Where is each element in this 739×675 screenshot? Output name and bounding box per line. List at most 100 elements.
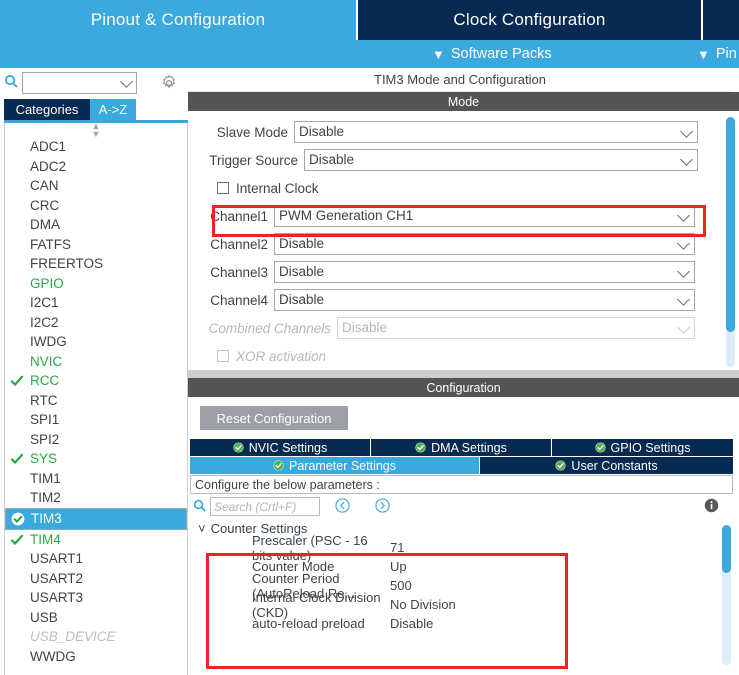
sidebar-item-spi1[interactable]: SPI1 <box>5 410 187 430</box>
mode-panel: Slave Mode Disable Trigger Source Disabl… <box>188 111 739 378</box>
slave-mode-select[interactable]: Disable <box>294 121 698 143</box>
sidebar-item-usb[interactable]: USB <box>5 608 187 628</box>
parameter-search-placeholder: Search (Crtl+F) <box>214 500 297 514</box>
channel2-select[interactable]: Disable <box>274 233 695 255</box>
sidebar-item-usb-device[interactable]: USB_DEVICE <box>5 627 187 647</box>
sidebar-item-label: FREERTOS <box>30 256 104 272</box>
chevron-down-icon: ▼ <box>432 46 445 62</box>
parameter-value[interactable]: 500 <box>390 578 412 593</box>
sidebar-item-label: I2C2 <box>30 314 59 330</box>
pinout-menu[interactable]: ▼ Pin <box>697 40 737 68</box>
combined-channels-row: Combined Channels Disable <box>208 317 695 339</box>
sidebar-item-tim1[interactable]: TIM1 <box>5 469 187 489</box>
sidebar-item-iwdg[interactable]: IWDG <box>5 332 187 352</box>
internal-clock-checkbox[interactable] <box>217 182 229 194</box>
tab-categories-label: Categories <box>15 102 79 117</box>
tab-user-constants[interactable]: User Constants <box>480 457 733 474</box>
tab-categories[interactable]: Categories <box>4 99 90 120</box>
sidebar-item-usart2[interactable]: USART2 <box>5 569 187 589</box>
sidebar-item-wwdg[interactable]: WWDG <box>5 647 187 667</box>
configuration-band-header: Configuration <box>188 378 739 397</box>
parameter-search-input[interactable]: Search (Crtl+F) <box>210 497 320 516</box>
software-packs-menu[interactable]: ▼ Software Packs <box>432 40 552 68</box>
circle-arrow-left-icon[interactable] <box>335 498 350 513</box>
parameter-value[interactable]: Up <box>390 559 407 574</box>
gear-icon[interactable] <box>160 74 178 92</box>
sidebar-item-adc2[interactable]: ADC2 <box>5 157 187 177</box>
software-packs-label: Software Packs <box>450 46 552 62</box>
tab-gpio-settings[interactable]: GPIO Settings <box>552 439 733 456</box>
chevron-down-icon <box>677 265 690 278</box>
green-check-icon <box>555 460 566 471</box>
peripheral-list[interactable]: ▲ ▼ ADC1 ADC2 CAN CRC DMA FATFS FREERTOS GPIO I2C… <box>4 122 188 675</box>
sidebar-item-adc1[interactable]: ADC1 <box>5 137 187 157</box>
tab-clock-configuration[interactable]: Clock Configuration <box>356 0 701 40</box>
tab-third-partial[interactable] <box>701 0 739 40</box>
channel1-select[interactable]: PWM Generation CH1 <box>274 205 695 227</box>
channel2-row: Channel2 Disable <box>208 233 695 255</box>
sidebar-item-sys[interactable]: SYS <box>5 449 187 469</box>
list-scroll-spinner[interactable]: ▲ ▼ <box>5 122 187 139</box>
page-title-label: TIM3 Mode and Configuration <box>374 72 546 87</box>
sidebar-item-crc[interactable]: CRC <box>5 196 187 216</box>
tab-nvic-settings[interactable]: NVIC Settings <box>190 439 371 456</box>
search-input[interactable] <box>22 72 137 94</box>
channel4-label: Channel4 <box>210 292 268 308</box>
slave-mode-row: Slave Mode Disable <box>208 121 698 143</box>
trigger-source-select[interactable]: Disable <box>304 149 698 171</box>
circle-arrow-right-icon[interactable] <box>375 498 390 513</box>
sidebar-item-rtc[interactable]: RTC <box>5 391 187 411</box>
sidebar-item-usart3[interactable]: USART3 <box>5 588 187 608</box>
sidebar-item-gpio[interactable]: GPIO <box>5 274 187 294</box>
parameter-row[interactable]: auto-reload preload Disable <box>190 614 733 633</box>
combined-channels-value: Disable <box>342 320 388 335</box>
sidebar-item-tim2[interactable]: TIM2 <box>5 488 187 508</box>
tab-a-to-z[interactable]: A->Z <box>90 99 136 120</box>
tab-parameter-settings[interactable]: Parameter Settings <box>190 457 480 474</box>
sidebar-item-i2c1[interactable]: I2C1 <box>5 293 187 313</box>
sidebar-item-label: USART1 <box>30 551 84 567</box>
channel4-select[interactable]: Disable <box>274 289 695 311</box>
sidebar-item-tim4[interactable]: TIM4 <box>5 530 187 550</box>
search-icon <box>193 499 206 515</box>
sidebar-item-dma[interactable]: DMA <box>5 215 187 235</box>
sidebar-item-label: SYS <box>30 451 58 467</box>
combined-channels-label: Combined Channels <box>208 320 331 336</box>
parameter-scrollbar-thumb[interactable] <box>722 525 731 573</box>
parameter-value[interactable]: Disable <box>390 616 433 631</box>
parameter-name: Prescaler (PSC - 16 bits value) <box>252 532 368 563</box>
tab-pinout-configuration[interactable]: Pinout & Configuration <box>0 0 356 40</box>
sidebar-item-usart1[interactable]: USART1 <box>5 549 187 569</box>
tab-dma-settings[interactable]: DMA Settings <box>371 439 552 456</box>
parameter-toolbar: Search (Crtl+F) <box>190 494 733 520</box>
info-icon[interactable] <box>704 498 719 513</box>
sidebar-item-freertos[interactable]: FREERTOS <box>5 254 187 274</box>
tab-dma-settings-label: DMA Settings <box>431 440 507 455</box>
mode-scrollbar-thumb[interactable] <box>726 117 735 332</box>
sidebar-item-tim3[interactable]: TIM3 <box>5 507 187 530</box>
channel3-row: Channel3 Disable <box>208 261 695 283</box>
tab-nvic-settings-label: NVIC Settings <box>248 440 328 455</box>
sidebar-item-fatfs[interactable]: FATFS <box>5 235 187 255</box>
channel3-select[interactable]: Disable <box>274 261 695 283</box>
sidebar-item-can[interactable]: CAN <box>5 176 187 196</box>
parameter-value[interactable]: No Division <box>390 597 456 612</box>
parameter-row[interactable]: Prescaler (PSC - 16 bits value) 71 <box>190 533 733 563</box>
sidebar-item-spi2[interactable]: SPI2 <box>5 430 187 450</box>
internal-clock-row[interactable]: Internal Clock <box>217 177 319 199</box>
sidebar-item-nvic[interactable]: NVIC <box>5 352 187 372</box>
green-check-icon <box>415 442 426 453</box>
sidebar-item-label: TIM4 <box>30 531 61 547</box>
chevron-down-icon <box>677 237 690 250</box>
sidebar-item-i2c2[interactable]: I2C2 <box>5 313 187 333</box>
sidebar-item-rcc[interactable]: RCC <box>5 371 187 391</box>
green-check-icon <box>595 442 606 453</box>
parameter-row[interactable]: Internal Clock Division (CKD) No Division <box>190 590 733 620</box>
xor-activation-row: XOR activation <box>217 345 326 367</box>
reset-configuration-button[interactable]: Reset Configuration <box>200 406 348 430</box>
tab-parameter-settings-label: Parameter Settings <box>289 458 396 473</box>
sidebar-item-label: SPI2 <box>30 431 60 447</box>
chevron-down-icon: ▼ <box>697 46 710 62</box>
xor-activation-label: XOR activation <box>236 348 327 364</box>
parameter-value[interactable]: 71 <box>390 540 404 555</box>
